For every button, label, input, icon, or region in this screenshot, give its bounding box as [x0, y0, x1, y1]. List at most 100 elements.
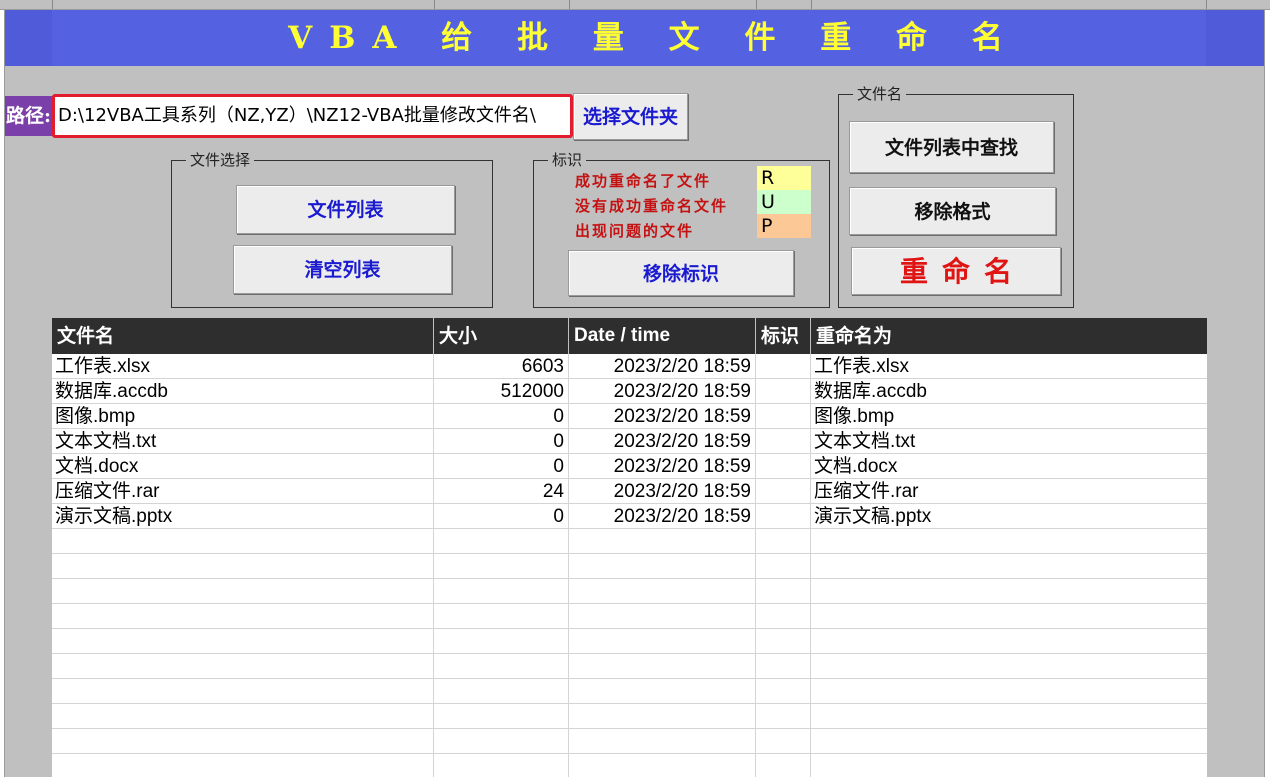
find-in-list-button[interactable]: 文件列表中查找 [849, 121, 1054, 173]
cell-size[interactable] [434, 754, 569, 777]
cell-size[interactable]: 0 [434, 429, 569, 454]
cell-size[interactable]: 0 [434, 454, 569, 479]
cell-datetime[interactable] [569, 604, 756, 629]
remove-format-button[interactable]: 移除格式 [849, 187, 1056, 235]
cell-size[interactable] [434, 654, 569, 679]
cell-filename[interactable] [52, 604, 434, 629]
cell-rename-to[interactable] [811, 704, 1207, 729]
cell-datetime[interactable] [569, 679, 756, 704]
cell-filename[interactable] [52, 629, 434, 654]
table-row[interactable]: 演示文稿.pptx 0 2023/2/20 18:59 演示文稿.pptx [52, 504, 1207, 529]
cell-marker[interactable] [756, 629, 811, 654]
cell-size[interactable] [434, 579, 569, 604]
cell-marker[interactable] [756, 504, 811, 529]
cell-datetime[interactable]: 2023/2/20 18:59 [569, 479, 756, 504]
cell-marker[interactable] [756, 529, 811, 554]
cell-rename-to[interactable] [811, 529, 1207, 554]
cell-filename[interactable]: 演示文稿.pptx [52, 504, 434, 529]
table-row[interactable]: 文档.docx 0 2023/2/20 18:59 文档.docx [52, 454, 1207, 479]
table-row[interactable] [52, 679, 1207, 704]
table-row[interactable]: 文本文档.txt 0 2023/2/20 18:59 文本文档.txt [52, 429, 1207, 454]
table-row[interactable]: 压缩文件.rar 24 2023/2/20 18:59 压缩文件.rar [52, 479, 1207, 504]
cell-size[interactable] [434, 629, 569, 654]
cell-datetime[interactable] [569, 529, 756, 554]
path-input[interactable]: D:\12VBA工具系列（NZ,YZ）\NZ12-VBA批量修改文件名\ [52, 94, 573, 138]
cell-filename[interactable] [52, 704, 434, 729]
cell-datetime[interactable]: 2023/2/20 18:59 [569, 454, 756, 479]
cell-size[interactable]: 512000 [434, 379, 569, 404]
cell-size[interactable] [434, 604, 569, 629]
cell-size[interactable] [434, 529, 569, 554]
cell-size[interactable] [434, 679, 569, 704]
cell-filename[interactable]: 文本文档.txt [52, 429, 434, 454]
cell-marker[interactable] [756, 704, 811, 729]
table-row[interactable]: 工作表.xlsx 6603 2023/2/20 18:59 工作表.xlsx [52, 354, 1207, 379]
cell-size[interactable] [434, 704, 569, 729]
cell-datetime[interactable] [569, 754, 756, 777]
cell-rename-to[interactable] [811, 754, 1207, 777]
cell-size[interactable]: 0 [434, 504, 569, 529]
remove-marker-button[interactable]: 移除标识 [568, 250, 794, 296]
cell-filename[interactable] [52, 679, 434, 704]
cell-datetime[interactable] [569, 654, 756, 679]
cell-filename[interactable] [52, 579, 434, 604]
cell-filename[interactable] [52, 729, 434, 754]
table-row[interactable] [52, 529, 1207, 554]
clear-list-button[interactable]: 清空列表 [233, 245, 452, 294]
cell-datetime[interactable]: 2023/2/20 18:59 [569, 404, 756, 429]
cell-marker[interactable] [756, 604, 811, 629]
table-row[interactable] [52, 704, 1207, 729]
cell-rename-to[interactable] [811, 679, 1207, 704]
cell-rename-to[interactable]: 工作表.xlsx [811, 354, 1207, 379]
cell-datetime[interactable]: 2023/2/20 18:59 [569, 504, 756, 529]
cell-rename-to[interactable] [811, 554, 1207, 579]
table-row[interactable] [52, 729, 1207, 754]
cell-filename[interactable]: 数据库.accdb [52, 379, 434, 404]
cell-filename[interactable] [52, 554, 434, 579]
cell-rename-to[interactable]: 图像.bmp [811, 404, 1207, 429]
cell-rename-to[interactable]: 演示文稿.pptx [811, 504, 1207, 529]
cell-size[interactable]: 0 [434, 404, 569, 429]
cell-rename-to[interactable]: 文档.docx [811, 454, 1207, 479]
cell-filename[interactable]: 工作表.xlsx [52, 354, 434, 379]
cell-filename[interactable]: 压缩文件.rar [52, 479, 434, 504]
cell-marker[interactable] [756, 754, 811, 777]
cell-size[interactable]: 24 [434, 479, 569, 504]
rename-button[interactable]: 重命名 [851, 247, 1061, 295]
cell-size[interactable] [434, 729, 569, 754]
cell-rename-to[interactable] [811, 604, 1207, 629]
cell-filename[interactable]: 图像.bmp [52, 404, 434, 429]
cell-rename-to[interactable]: 文本文档.txt [811, 429, 1207, 454]
cell-datetime[interactable]: 2023/2/20 18:59 [569, 354, 756, 379]
cell-marker[interactable] [756, 379, 811, 404]
cell-size[interactable] [434, 554, 569, 579]
table-row[interactable] [52, 654, 1207, 679]
cell-filename[interactable]: 文档.docx [52, 454, 434, 479]
cell-datetime[interactable]: 2023/2/20 18:59 [569, 379, 756, 404]
table-row[interactable]: 数据库.accdb 512000 2023/2/20 18:59 数据库.accdb [52, 379, 1207, 404]
cell-rename-to[interactable]: 压缩文件.rar [811, 479, 1207, 504]
cell-filename[interactable] [52, 754, 434, 777]
table-row[interactable] [52, 754, 1207, 777]
cell-datetime[interactable] [569, 704, 756, 729]
cell-size[interactable]: 6603 [434, 354, 569, 379]
cell-marker[interactable] [756, 454, 811, 479]
table-row[interactable]: 图像.bmp 0 2023/2/20 18:59 图像.bmp [52, 404, 1207, 429]
cell-marker[interactable] [756, 679, 811, 704]
cell-rename-to[interactable] [811, 654, 1207, 679]
cell-marker[interactable] [756, 479, 811, 504]
cell-datetime[interactable]: 2023/2/20 18:59 [569, 429, 756, 454]
cell-marker[interactable] [756, 729, 811, 754]
cell-rename-to[interactable] [811, 579, 1207, 604]
table-row[interactable] [52, 604, 1207, 629]
cell-marker[interactable] [756, 404, 811, 429]
cell-marker[interactable] [756, 579, 811, 604]
table-row[interactable] [52, 554, 1207, 579]
file-list-button[interactable]: 文件列表 [236, 185, 455, 234]
cell-rename-to[interactable]: 数据库.accdb [811, 379, 1207, 404]
cell-datetime[interactable] [569, 554, 756, 579]
cell-datetime[interactable] [569, 579, 756, 604]
table-row[interactable] [52, 629, 1207, 654]
cell-datetime[interactable] [569, 629, 756, 654]
table-row[interactable] [52, 579, 1207, 604]
